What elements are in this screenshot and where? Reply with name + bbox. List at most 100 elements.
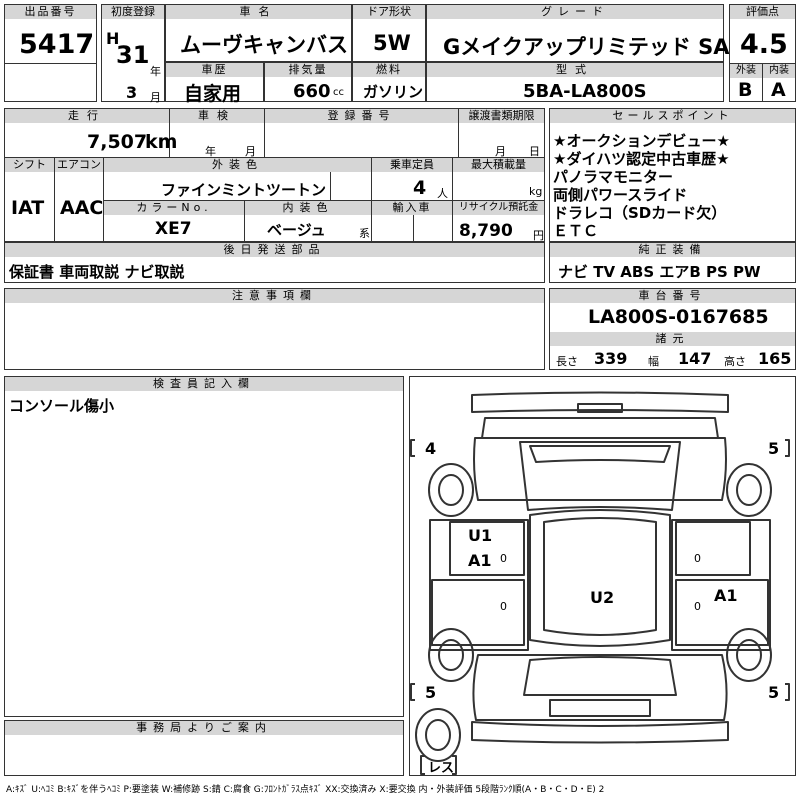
model-label: 型式 (427, 63, 723, 77)
notes-cell: 注意事項欄 (4, 288, 545, 370)
model-cell: 型式 5BA-LA800S (426, 62, 724, 102)
damage-mark-u2: U2 (590, 588, 615, 607)
damage-mark-u1: U1 (468, 526, 493, 545)
fuel: ガソリン (363, 83, 424, 101)
sales-points-cell: セールスポイント ★オークションデビュー★ ★ダイハツ認定中古車歴★ パノラマモ… (549, 108, 796, 242)
model: 5BA-LA800S (523, 81, 647, 102)
displacement: 660 (293, 81, 331, 102)
score: 4.5 (740, 29, 788, 60)
door-mark: 0 (500, 552, 507, 565)
max-load-label: 最大積載量 (453, 158, 544, 172)
lot-cell: 出品番号 5417 (4, 4, 97, 102)
capacity-label: 乗車定員 (372, 158, 452, 172)
name-cell: 車名 ムーヴキャンバス (165, 4, 352, 62)
capacity-unit: 人 (437, 187, 448, 200)
inspector-comment: コンソール傷小 (9, 397, 115, 415)
height-label: 高さ (724, 355, 746, 368)
details-block: 走行 車検 登録番号 譲渡書類期限 7,507 km 年 月 月 日 シフト エ… (4, 108, 545, 242)
later-parts-cell: 後日発送部品 保証書 車両取説 ナビ取説 (4, 242, 545, 283)
reg-month-unit: 月 (150, 91, 161, 104)
equipment-label: 純正装備 (550, 243, 795, 257)
exterior-color-label: 外装色 (104, 158, 371, 172)
shift: IAT (11, 197, 45, 219)
office-label: 事務局よりご案内 (5, 721, 403, 735)
capacity: 4 (413, 177, 427, 199)
color-no: XE7 (155, 219, 192, 239)
reg-month: 3 (126, 83, 138, 102)
fuel-label: 燃料 (353, 63, 425, 77)
grade-label: グレード (427, 5, 723, 19)
tire-rear-left: 5 (425, 683, 437, 702)
transfer-label: 譲渡書類期限 (459, 109, 544, 123)
later-parts-label: 後日発送部品 (5, 243, 544, 257)
length-label: 長さ (556, 355, 578, 368)
inspection-label: 車検 (170, 109, 264, 123)
recycle-fee: 8,790 (459, 221, 513, 241)
lot-label: 出品番号 (5, 5, 96, 19)
later-parts: 保証書 車両取説 ナビ取説 (9, 263, 185, 281)
grade: Gメイクアップリミテッド SA3 (443, 35, 745, 59)
lot-number: 5417 (19, 29, 95, 60)
chassis-cell: 車台番号 LA800S-0167685 諸元 長さ 339 幅 147 高さ 1… (549, 288, 796, 370)
exterior-label: 外装 (730, 64, 762, 78)
color-no-label: カラーNo. (104, 201, 244, 215)
first-reg-label: 初度登録 (102, 5, 164, 19)
exterior-rank: B (738, 79, 753, 101)
inspector-label: 検査員記入欄 (5, 377, 403, 391)
interior-color-label: 内装色 (245, 201, 371, 215)
score-cell: 評価点 4.5 外装 内装 B A (729, 4, 796, 102)
chassis-number: LA800S-0167685 (588, 306, 769, 328)
notes-label: 注意事項欄 (5, 289, 544, 303)
history-label: 車歴 (166, 63, 263, 77)
tire-front-left: 4 (425, 439, 437, 458)
inspector-cell: 検査員記入欄 コンソール傷小 (4, 376, 404, 717)
first-registration-cell: 初度登録 H 31 年 3 月 (101, 4, 165, 104)
tire-rear-right: 5 (768, 683, 780, 702)
equipment-cell: 純正装備 ナビ TV ABS エアB PS PW (549, 242, 796, 283)
door-mark: 0 (694, 552, 701, 565)
displacement-label: 排気量 (265, 63, 351, 77)
legend: A:ｷｽﾞ U:ﾍｺﾐ B:ｷｽﾞを伴うﾍｺﾐ P:要塗装 W:補修跡 S:錆 … (6, 785, 605, 795)
fuel-cell: 燃料 ガソリン (352, 62, 426, 102)
ac-label: エアコン (55, 158, 103, 172)
car-diagram-frame (409, 376, 796, 776)
reg-year: 31 (116, 41, 150, 69)
interior-color-unit: 系 (359, 227, 370, 240)
height: 165 (758, 349, 792, 368)
name-label: 車名 (166, 5, 351, 19)
door-mark: 0 (694, 600, 701, 613)
reg-year-unit: 年 (150, 65, 161, 78)
interior-color: ベージュ (267, 221, 326, 239)
interior-rank: A (771, 79, 786, 101)
exterior-color: ファインミントツートン (161, 181, 327, 199)
recycle-label: リサイクル預託金 (453, 201, 544, 215)
recycle-unit: 円 (533, 229, 544, 242)
spare-tire: レス (428, 761, 455, 776)
equipment: ナビ TV ABS エアB PS PW (558, 263, 761, 281)
door-cell: ドア形状 5W (352, 4, 426, 62)
door-mark: 0 (500, 600, 507, 613)
length: 339 (594, 349, 628, 368)
displacement-cell: 排気量 660 cc (264, 62, 352, 102)
dimensions-label: 諸元 (550, 332, 795, 346)
history-cell: 車歴 自家用 (165, 62, 264, 105)
damage-mark-a1-left: A1 (468, 551, 492, 570)
import-label: 輸入車 (372, 201, 452, 215)
width: 147 (678, 349, 712, 368)
mileage-unit: km (145, 131, 178, 153)
sales-points-label: セールスポイント (550, 109, 795, 123)
width-label: 幅 (648, 355, 659, 368)
plate-label: 登録番号 (265, 109, 458, 123)
office-cell: 事務局よりご案内 (4, 720, 404, 776)
history: 自家用 (184, 83, 242, 105)
ac: AAC (60, 197, 104, 219)
max-load-unit: kg (529, 185, 543, 198)
chassis-label: 車台番号 (550, 289, 795, 303)
mileage-label: 走行 (5, 109, 169, 123)
shift-label: シフト (5, 158, 54, 172)
mileage: 7,507 (87, 131, 148, 153)
door-type: 5W (373, 31, 411, 55)
car-name: ムーヴキャンバス (180, 33, 348, 57)
door-label: ドア形状 (353, 5, 425, 19)
sales-point-item: ＥＴＣ (553, 222, 599, 240)
